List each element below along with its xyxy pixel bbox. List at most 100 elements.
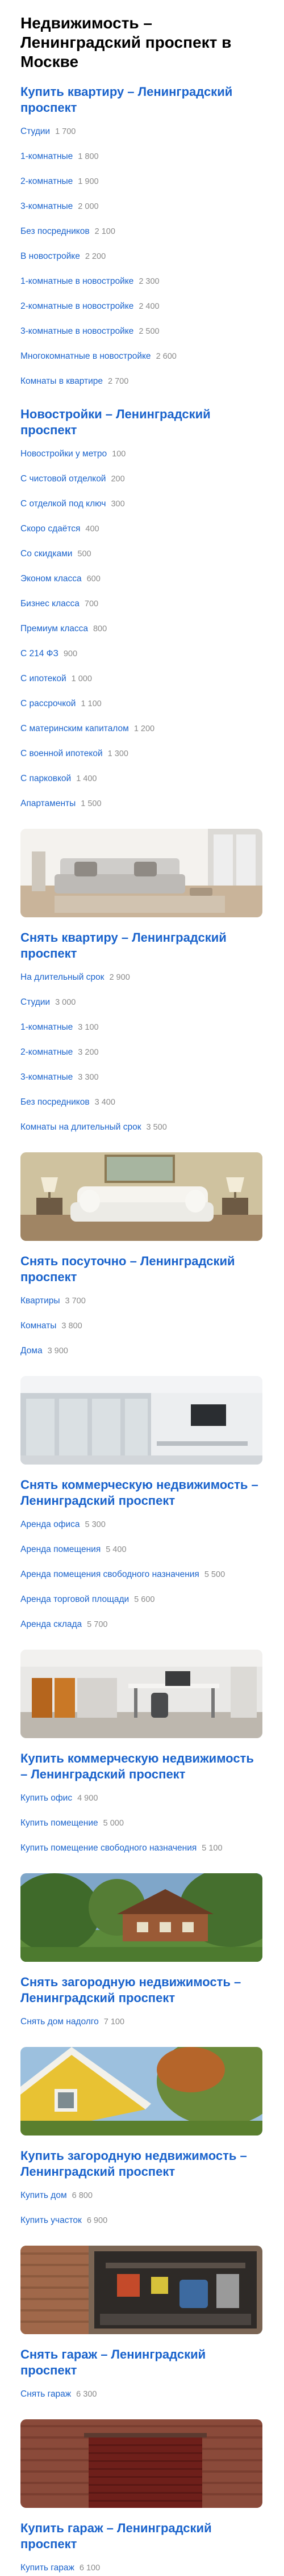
list-item-link[interactable]: Аренда торговой площади xyxy=(20,1594,129,1605)
section-title-link[interactable]: Купить гараж – Ленинградский проспект xyxy=(20,2520,264,2552)
list-item-link[interactable]: Купить офис xyxy=(20,1793,72,1804)
list-item: 2-комнатные в новостройке 2 400 xyxy=(20,301,264,314)
list-item-link[interactable]: 1-комнатные в новостройке xyxy=(20,276,133,287)
list-item-link[interactable]: Дома xyxy=(20,1345,43,1357)
list-item-link[interactable]: Квартиры xyxy=(20,1295,60,1307)
list-item-link[interactable]: 3-комнатные в новостройке xyxy=(20,326,133,337)
list-item-link[interactable]: 3-комнатные xyxy=(20,201,73,212)
list-item-count: 800 xyxy=(93,624,107,633)
list-item: Студии 1 700 xyxy=(20,126,264,140)
list-item-link[interactable]: Снять гараж xyxy=(20,2389,71,2400)
list-item-count: 2 700 xyxy=(107,377,129,386)
list-item-link[interactable]: В новостройке xyxy=(20,251,80,262)
list-item-link[interactable]: С отделкой под ключ xyxy=(20,498,106,510)
section-title-link[interactable]: Снять квартиру – Ленинградский проспект xyxy=(20,930,264,962)
list-item-link[interactable]: Премиум класса xyxy=(20,623,88,635)
list-item-link[interactable]: С материнским капиталом xyxy=(20,723,129,735)
list-item-count: 2 900 xyxy=(109,973,130,982)
list-item-link[interactable]: 1-комнатные xyxy=(20,1022,73,1033)
section-title-link[interactable]: Купить коммерческую недвижимость – Ленин… xyxy=(20,1751,264,1782)
list-item-count: 3 800 xyxy=(61,1321,82,1331)
garage-door-photo[interactable] xyxy=(20,2419,262,2508)
list-item: Аренда офиса 5 300 xyxy=(20,1519,264,1533)
list-item: Квартиры 3 700 xyxy=(20,1295,264,1309)
list-item-link[interactable]: С 214 ФЗ xyxy=(20,648,59,660)
list-item-link[interactable]: Снять дом надолго xyxy=(20,2016,99,2028)
list-item-link[interactable]: Апартаменты xyxy=(20,798,76,809)
section-title-link[interactable]: Снять коммерческую недвижимость – Ленинг… xyxy=(20,1477,264,1509)
list-item-link[interactable]: 2-комнатные xyxy=(20,1047,73,1058)
list-item: Без посредников 3 400 xyxy=(20,1097,264,1110)
list-item: С военной ипотекой 1 300 xyxy=(20,748,264,762)
list-item-count: 3 500 xyxy=(146,1123,167,1132)
list-item-link[interactable]: Студии xyxy=(20,997,50,1008)
list-item: С материнским капиталом 1 200 xyxy=(20,723,264,737)
list-item-link[interactable]: 2-комнатные в новостройке xyxy=(20,301,133,312)
list-item: С отделкой под ключ 300 xyxy=(20,498,264,512)
garage-interior-photo[interactable] xyxy=(20,2246,262,2334)
section-block: Снять квартиру – Ленинградский проспект Н… xyxy=(20,829,264,1135)
list-item-link[interactable]: Аренда помещения xyxy=(20,1544,101,1555)
list-item-link[interactable]: На длительный срок xyxy=(20,972,104,983)
list-item-link[interactable]: Аренда помещения свободного назначения xyxy=(20,1569,199,1580)
list-item: С ипотекой 1 000 xyxy=(20,673,264,687)
list-item: Купить гараж 6 100 xyxy=(20,2562,264,2576)
list-item: Апартаменты 1 500 xyxy=(20,798,264,812)
list-item-count: 6 100 xyxy=(79,2564,101,2573)
office-room-photo[interactable] xyxy=(20,1376,262,1465)
section-title-link[interactable]: Снять загородную недвижимость – Ленингра… xyxy=(20,1974,264,2006)
list-item-count: 5 300 xyxy=(85,1520,106,1529)
list-item-link[interactable]: Без посредников xyxy=(20,226,90,237)
list-item-link[interactable]: С рассрочкой xyxy=(20,698,76,710)
list-item-link[interactable]: Эконом класса xyxy=(20,573,82,585)
list-item: 2-комнатные 1 900 xyxy=(20,176,264,190)
list-item-count: 1 400 xyxy=(76,774,97,783)
list-item-link[interactable]: Скоро сдаётся xyxy=(20,523,80,535)
list-item-link[interactable]: Купить гараж xyxy=(20,2562,74,2574)
list-item-link[interactable]: 2-комнатные xyxy=(20,176,73,187)
list-item-link[interactable]: Бизнес класса xyxy=(20,598,80,610)
list-item-count: 1 800 xyxy=(78,152,99,161)
list-item-link[interactable]: Со скидками xyxy=(20,548,72,560)
list-item-link[interactable]: Новостройки у метро xyxy=(20,448,107,460)
list-item-link[interactable]: Аренда офиса xyxy=(20,1519,80,1530)
sofa-room-photo[interactable] xyxy=(20,1152,262,1241)
section-title-link[interactable]: Новостройки – Ленинградский проспект xyxy=(20,406,264,438)
list-item-link[interactable]: Купить участок xyxy=(20,2215,82,2226)
list-item-link[interactable]: Купить помещение свободного назначения xyxy=(20,1843,197,1854)
section-title-link[interactable]: Снять посуточно – Ленинградский проспект xyxy=(20,1253,264,1285)
list-item: Купить участок 6 900 xyxy=(20,2215,264,2229)
list-item-link[interactable]: Студии xyxy=(20,126,50,137)
sections-list: Купить квартиру – Ленинградский проспект… xyxy=(20,84,264,2576)
list-item-link[interactable]: С ипотекой xyxy=(20,673,66,685)
list-item-link[interactable]: Многокомнатные в новостройке xyxy=(20,351,151,362)
list-item-link[interactable]: Без посредников xyxy=(20,1097,90,1108)
list-item: Бизнес класса 700 xyxy=(20,598,264,612)
list-item-link[interactable]: Аренда склада xyxy=(20,1619,82,1630)
section-title-link[interactable]: Снять гараж – Ленинградский проспект xyxy=(20,2347,264,2378)
list-item: 2-комнатные 3 200 xyxy=(20,1047,264,1060)
list-item-link[interactable]: 1-комнатные xyxy=(20,151,73,162)
list-item-link[interactable]: Купить помещение xyxy=(20,1818,98,1829)
list-item-link[interactable]: Комнаты на длительный срок xyxy=(20,1122,141,1133)
list-item: Со скидками 500 xyxy=(20,548,264,562)
country-house-photo[interactable] xyxy=(20,1873,262,1962)
list-item-link[interactable]: С парковкой xyxy=(20,773,71,784)
list-item-link[interactable]: Комнаты xyxy=(20,1320,56,1332)
list-item-count: 6 300 xyxy=(76,2390,97,2399)
list-item-link[interactable]: Купить дом xyxy=(20,2190,67,2201)
list-item-link[interactable]: С чистовой отделкой xyxy=(20,473,106,485)
section-title-link[interactable]: Купить квартиру – Ленинградский проспект xyxy=(20,84,264,116)
list-item-link[interactable]: Комнаты в квартире xyxy=(20,376,103,387)
list-item: Комнаты 3 800 xyxy=(20,1320,264,1334)
workspace-photo[interactable] xyxy=(20,1650,262,1738)
yellow-house-photo[interactable] xyxy=(20,2047,262,2136)
list-item-count: 7 100 xyxy=(103,2017,125,2027)
list-item-link[interactable]: 3-комнатные xyxy=(20,1072,73,1083)
list-item: Аренда торговой площади 5 600 xyxy=(20,1594,264,1608)
living-room-photo[interactable] xyxy=(20,829,262,917)
list-item-count: 1 000 xyxy=(71,674,92,683)
list-item-count: 300 xyxy=(111,500,125,509)
list-item-link[interactable]: С военной ипотекой xyxy=(20,748,103,760)
section-title-link[interactable]: Купить загородную недвижимость – Ленингр… xyxy=(20,2148,264,2180)
